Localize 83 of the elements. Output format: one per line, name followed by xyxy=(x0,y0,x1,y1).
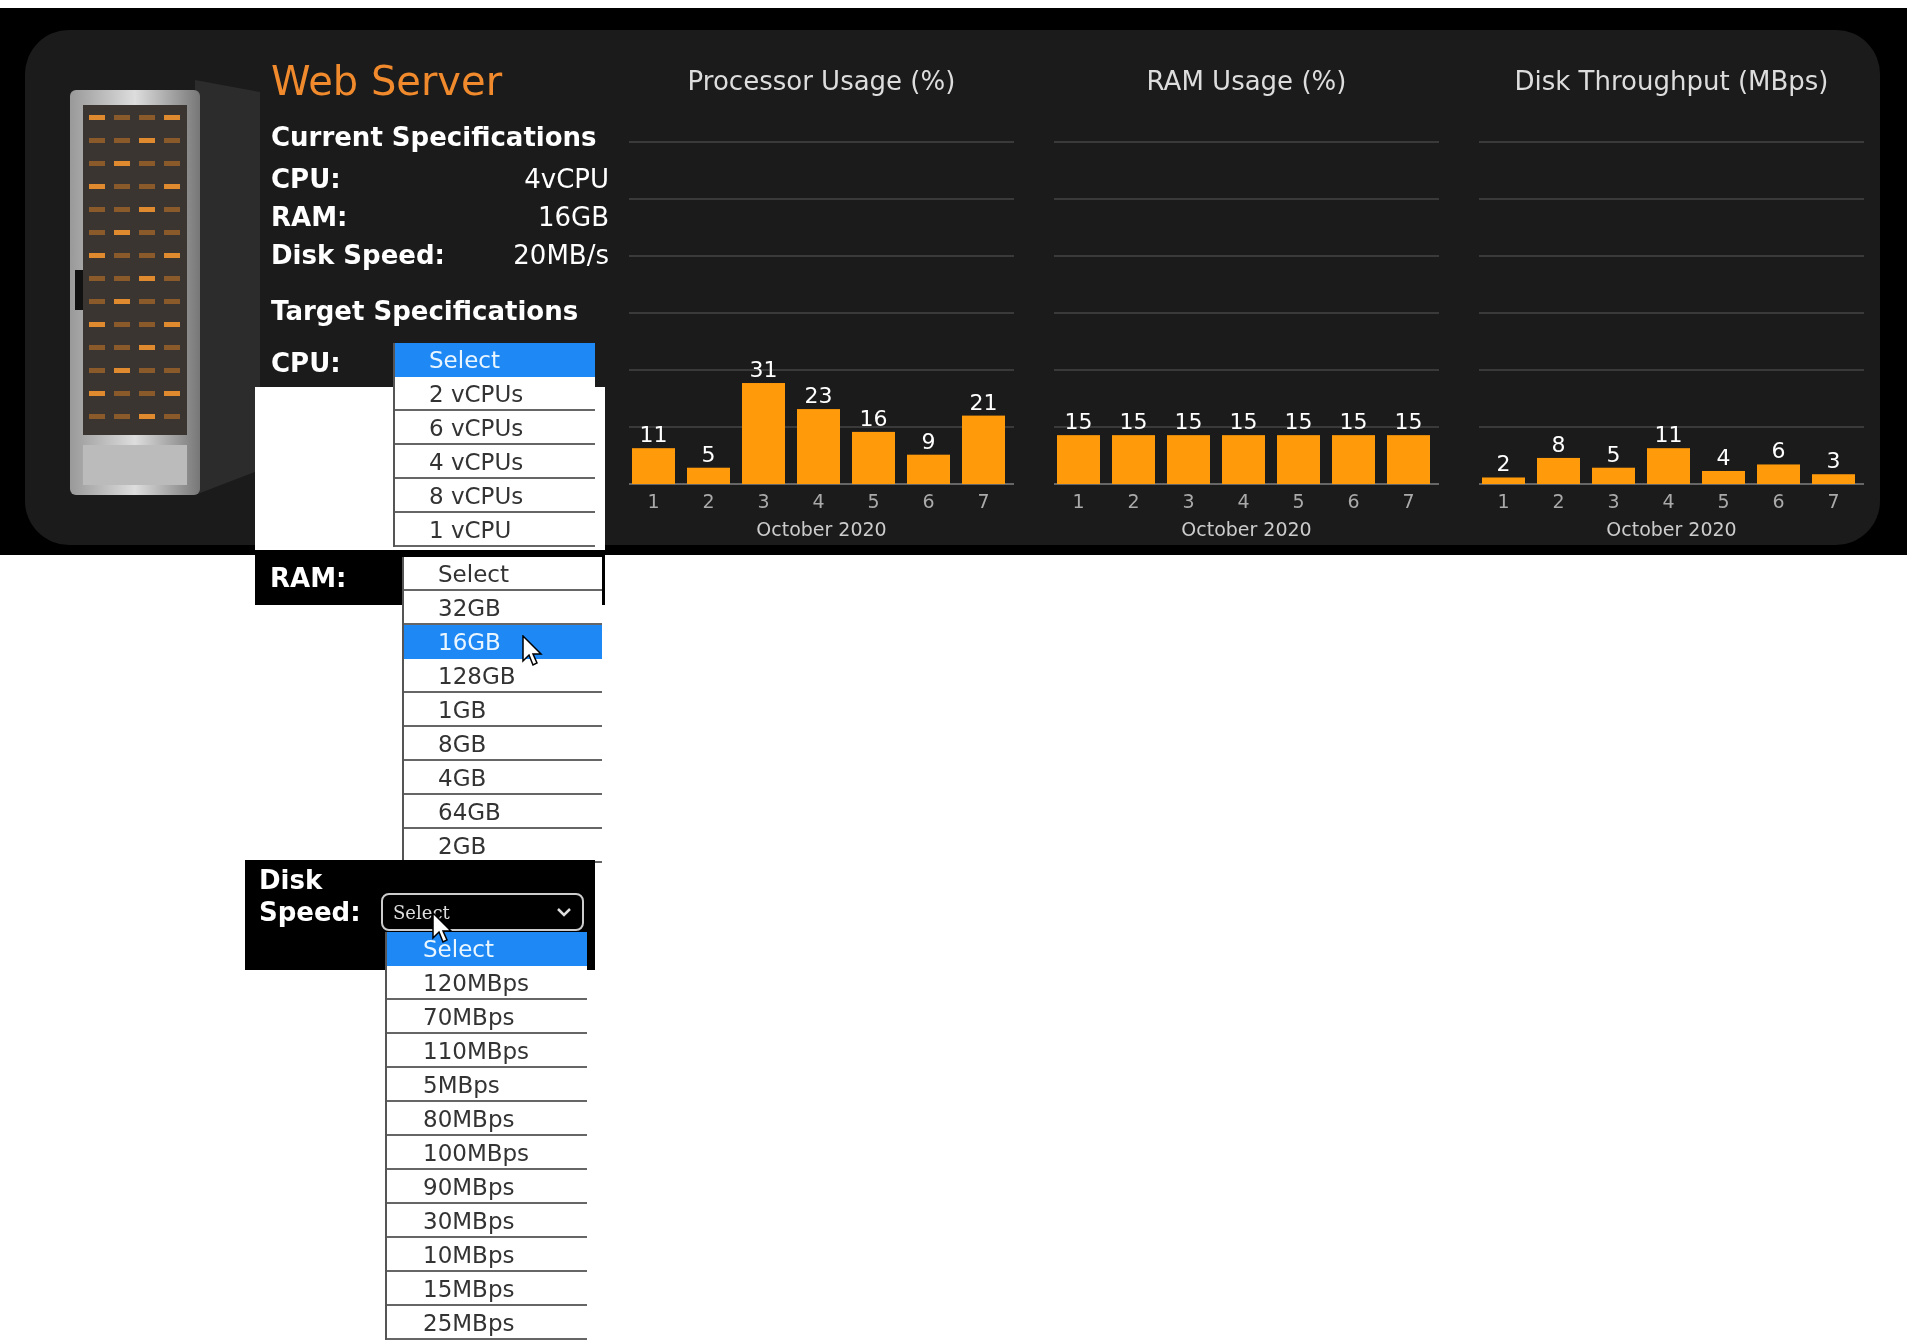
axis-title: October 2020 xyxy=(1181,518,1312,540)
axis-label: 5 xyxy=(1717,490,1730,512)
axis-label: 6 xyxy=(1772,490,1785,512)
data-label: 5 xyxy=(1606,441,1621,467)
dropdown-option[interactable]: 8GB xyxy=(404,727,602,761)
dropdown-option[interactable]: 64GB xyxy=(404,795,602,829)
data-label: 21 xyxy=(969,389,998,415)
dropdown-option[interactable]: 4 vCPUs xyxy=(395,445,595,479)
dropdown-option[interactable]: 15MBps xyxy=(387,1272,587,1306)
axis-label: 6 xyxy=(1347,490,1360,512)
data-label: 23 xyxy=(804,383,833,409)
axis-label: 7 xyxy=(977,490,990,512)
dropdown-option[interactable]: 90MBps xyxy=(387,1170,587,1204)
axis-label: 1 xyxy=(1072,490,1085,512)
data-label: 15 xyxy=(1174,409,1203,435)
dropdown-option[interactable]: Select xyxy=(404,557,602,591)
data-label: 11 xyxy=(1654,422,1683,448)
data-label: 15 xyxy=(1119,409,1148,435)
spec-value: 20MB/s xyxy=(513,239,609,272)
section-heading: Current Specifications xyxy=(271,122,598,152)
dropdown-option[interactable]: 110MBps xyxy=(387,1034,587,1068)
dropdown-option[interactable]: 2 vCPUs xyxy=(395,377,595,411)
dropdown-option[interactable]: 1 vCPU xyxy=(395,513,595,547)
axis-label: 1 xyxy=(1497,490,1510,512)
spec-label: CPU: xyxy=(271,163,341,196)
data-label: 15 xyxy=(1339,409,1368,435)
axis-label: 2 xyxy=(1552,490,1565,512)
dropdown-option[interactable]: 5MBps xyxy=(387,1068,587,1102)
field-label: Disk Speed: xyxy=(259,864,362,928)
server-title: Web Server xyxy=(271,58,504,104)
axis-label: 6 xyxy=(922,490,935,512)
data-label: 15 xyxy=(1394,409,1423,435)
axis-label: 7 xyxy=(1402,490,1415,512)
data-label: 5 xyxy=(701,441,716,467)
field-label: CPU: xyxy=(271,348,341,378)
axis-label: 4 xyxy=(1662,490,1675,512)
spec-value: 16GB xyxy=(537,201,609,234)
dropdown-option[interactable]: 80MBps xyxy=(387,1102,587,1136)
axis-title: October 2020 xyxy=(1606,518,1737,540)
data-label: 15 xyxy=(1284,409,1313,435)
axis-label: 3 xyxy=(1607,490,1620,512)
axis-label: 5 xyxy=(1292,490,1305,512)
data-label: 8 xyxy=(1551,431,1566,457)
data-label: 31 xyxy=(749,357,778,383)
dropdown-option[interactable]: 25MBps xyxy=(387,1306,587,1340)
spec-label: Disk Speed: xyxy=(271,239,445,272)
spec-value: 4vCPU xyxy=(524,163,609,196)
data-label: 15 xyxy=(1064,409,1093,435)
field-label: RAM: xyxy=(270,563,347,593)
dropdown-option[interactable]: 4GB xyxy=(404,761,602,795)
cursor-icon xyxy=(522,635,544,667)
axis-label: 7 xyxy=(1827,490,1840,512)
axis-label: 5 xyxy=(867,490,880,512)
dropdown-option[interactable]: 10MBps xyxy=(387,1238,587,1272)
dropdown-option[interactable]: 100MBps xyxy=(387,1136,587,1170)
data-label: 9 xyxy=(921,428,936,454)
data-label: 6 xyxy=(1771,438,1786,464)
axis-label: 1 xyxy=(647,490,660,512)
data-label: 2 xyxy=(1496,451,1511,477)
axis-label: 2 xyxy=(1127,490,1140,512)
dropdown-option[interactable]: 30MBps xyxy=(387,1204,587,1238)
dropdown-option[interactable]: 1GB xyxy=(404,693,602,727)
axis-label: 2 xyxy=(702,490,715,512)
section-heading: Target Specifications xyxy=(271,296,580,326)
chevron-down-icon xyxy=(556,907,572,917)
axis-label: 3 xyxy=(1182,490,1195,512)
data-label: 11 xyxy=(639,422,668,448)
data-label: 4 xyxy=(1716,444,1731,470)
chart-title: Disk Throughput (MBps) xyxy=(1514,66,1829,98)
data-label: 15 xyxy=(1229,409,1258,435)
dropdown-option[interactable]: 70MBps xyxy=(387,1000,587,1034)
data-label: 3 xyxy=(1826,448,1841,474)
chart-title: Processor Usage (%) xyxy=(687,66,956,98)
dropdown-option[interactable]: 8 vCPUs xyxy=(395,479,595,513)
axis-label: 3 xyxy=(757,490,770,512)
dropdown-option[interactable]: 120MBps xyxy=(387,966,587,1000)
axis-label: 4 xyxy=(1237,490,1250,512)
data-label: 16 xyxy=(859,405,888,431)
dropdown-option[interactable]: 6 vCPUs xyxy=(395,411,595,445)
axis-title: October 2020 xyxy=(756,518,887,540)
axis-label: 4 xyxy=(812,490,825,512)
spec-label: RAM: xyxy=(271,201,348,234)
chart-title: RAM Usage (%) xyxy=(1146,66,1347,98)
